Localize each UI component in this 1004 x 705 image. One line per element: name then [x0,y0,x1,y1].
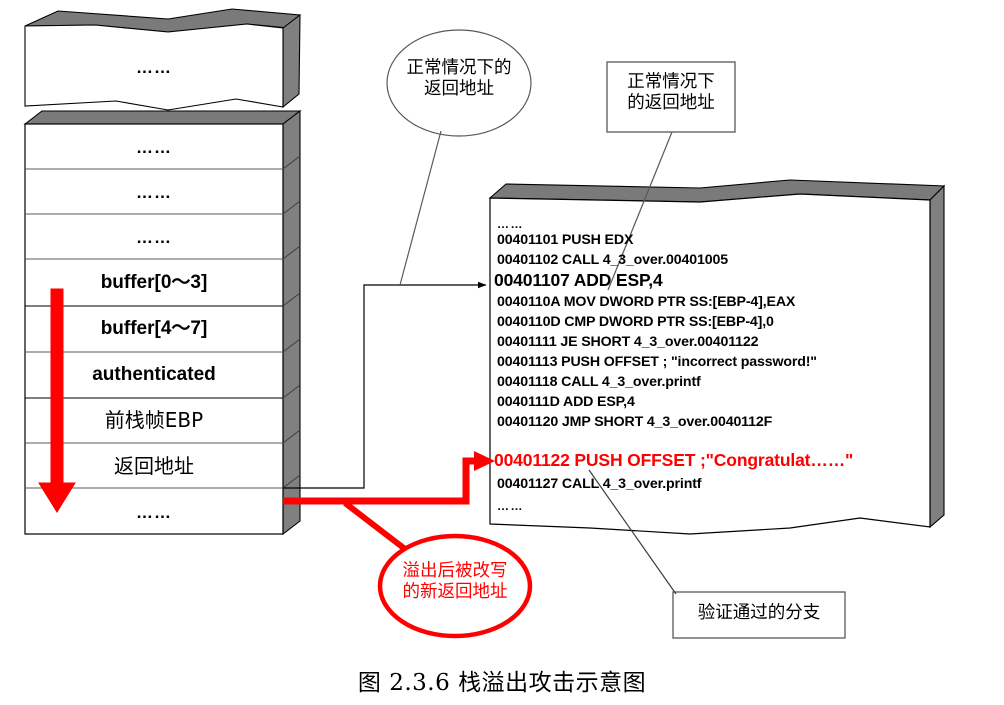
code-line-5: 0040110D CMP DWORD PTR SS:[EBP-4],0 [497,314,774,330]
normal-return-connector [283,281,487,489]
code-line-7: 00401113 PUSH OFFSET ; "incorrect passwo… [497,354,817,370]
code-line-0: …… [497,217,524,231]
code-line-10: 00401120 JMP SHORT 4_3_over.0040112F [497,414,773,430]
code-line-1: 00401101 PUSH EDX [497,232,634,248]
stack-main-box [23,109,302,536]
code-line-3-add-esp: 00401107 ADD ESP,4 [494,270,663,290]
code-line-8: 00401118 CALL 4_3_over.printf [497,374,701,390]
code-line-13: …… [497,499,524,513]
stack-torn-top-label: …… [136,58,172,77]
code-line-12: 00401127 CALL 4_3_over.printf [497,476,702,492]
diagram-canvas: …… …… …… …… buffer[0～3] buffer[4～7] auth… [0,0,1004,705]
code-line-2: 00401102 CALL 4_3_over.00401005 [497,252,728,268]
diagram-vector-layer [23,8,946,639]
code-line-4: 0040110A MOV DWORD PTR SS:[EBP-4],EAX [497,294,796,310]
code-line-11-overflow-target: 00401122 PUSH OFFSET ;"Congratulat……" [494,450,854,470]
code-line-6: 00401111 JE SHORT 4_3_over.00401122 [497,334,759,350]
figure-caption: 图 2.3.6 栈溢出攻击示意图 [357,670,647,696]
code-line-9: 0040111D ADD ESP,4 [497,394,635,410]
overflow-return-connector [283,451,495,505]
